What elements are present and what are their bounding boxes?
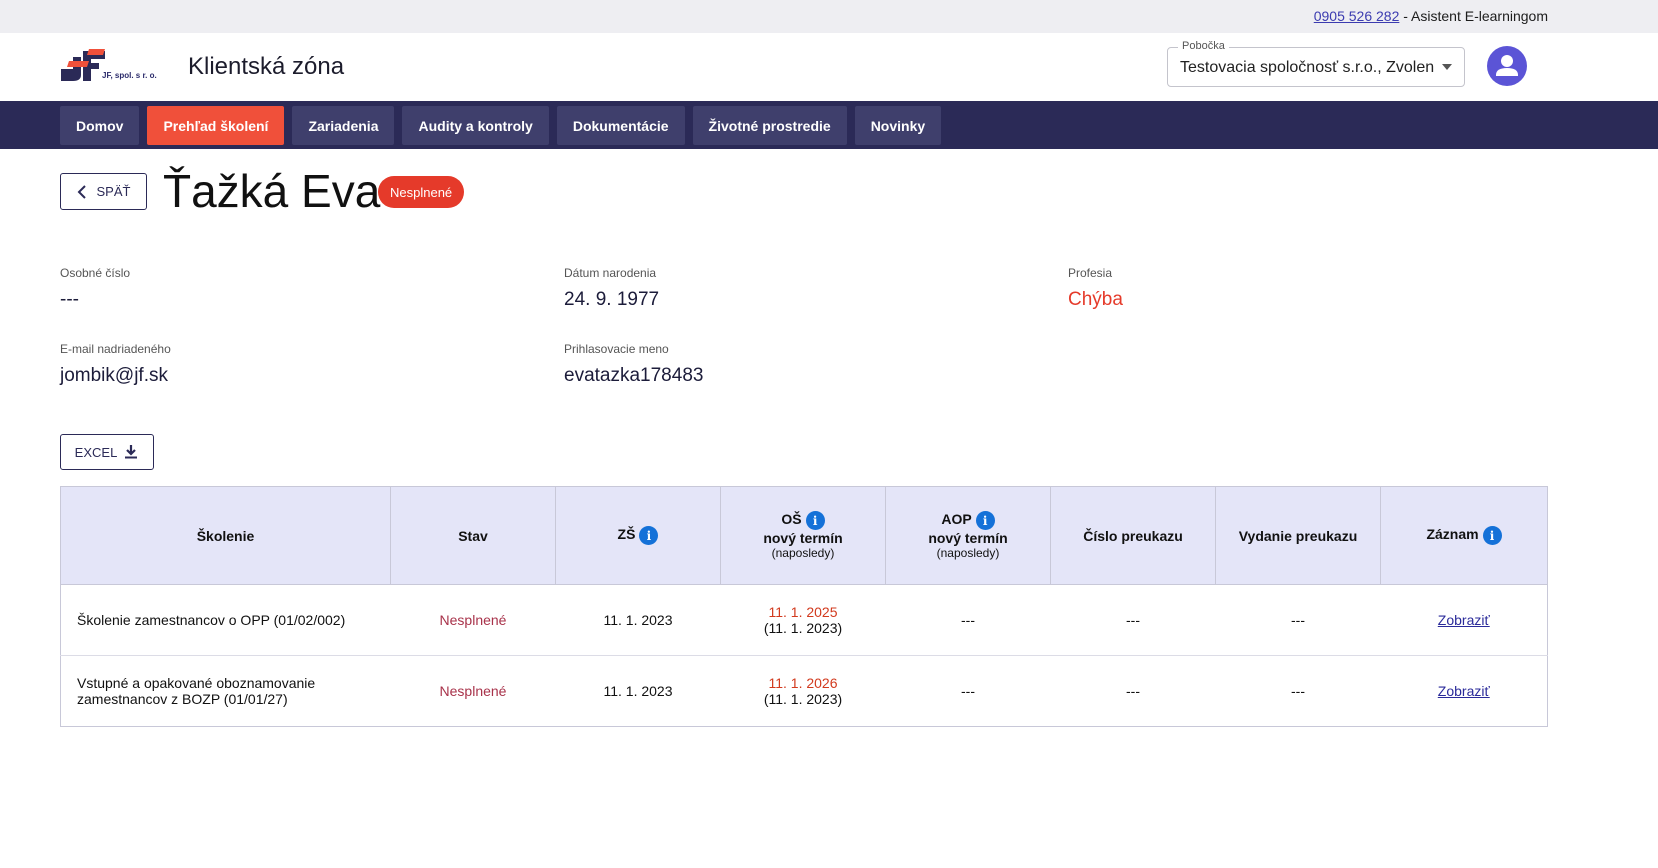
user-avatar[interactable] bbox=[1487, 46, 1527, 86]
info-icon[interactable]: i bbox=[975, 511, 995, 530]
nav-item-documentation[interactable]: Dokumentácie bbox=[556, 106, 685, 145]
login-label: Prihlasovacie meno bbox=[564, 342, 669, 356]
training-zs: 11. 1. 2023 bbox=[603, 683, 673, 699]
nav-item-training-overview[interactable]: Prehľad školení bbox=[147, 106, 285, 145]
header-aop: AOP i nový termín (naposledy) bbox=[885, 486, 1051, 585]
header-card-issue-label: Vydanie preukazu bbox=[1238, 527, 1358, 544]
header-os-label: OŠ bbox=[781, 511, 802, 528]
header-card-number-label: Číslo preukazu bbox=[1083, 527, 1183, 544]
header-aop-sub1: nový termín bbox=[928, 530, 1008, 546]
training-card-number: --- bbox=[1126, 683, 1140, 699]
header-training: Školenie bbox=[60, 486, 391, 585]
login-value: evatazka178483 bbox=[564, 365, 704, 386]
training-status: Nesplnené bbox=[390, 584, 556, 656]
table-row: Školenie zamestnancov o OPP (01/02/002) … bbox=[60, 584, 1548, 656]
download-icon bbox=[125, 445, 138, 459]
profession-value: Chýba bbox=[1068, 289, 1123, 310]
top-contact-bar: 0905 526 282 - Asistent E-learningom bbox=[0, 0, 1658, 33]
branch-value: Testovacia spoločnosť s.r.o., Zvolen bbox=[1180, 59, 1435, 76]
training-status: Nesplnené bbox=[439, 683, 507, 699]
phone-link[interactable]: 0905 526 282 bbox=[1314, 8, 1400, 24]
branch-select[interactable]: Pobočka Testovacia spoločnosť s.r.o., Zv… bbox=[1167, 40, 1465, 87]
training-aop: --- bbox=[885, 584, 1051, 656]
training-os: 11. 1. 2026 (11. 1. 2023) bbox=[721, 656, 886, 727]
header-card-issue: Vydanie preukazu bbox=[1215, 486, 1381, 585]
header-training-label: Školenie bbox=[196, 527, 255, 544]
header-status: Stav bbox=[390, 486, 556, 585]
main-navigation: Domov Prehľad školení Zariadenia Audity … bbox=[0, 101, 1658, 149]
info-icon[interactable]: i bbox=[1482, 526, 1502, 545]
logo-text: JF, spol. s r. o. bbox=[102, 71, 157, 80]
back-button[interactable]: SPÄŤ bbox=[60, 173, 147, 210]
header-os-sub1: nový termín bbox=[763, 530, 843, 546]
training-name: Školenie zamestnancov o OPP (01/02/002) bbox=[60, 584, 391, 656]
training-table: Školenie Stav ZŠ i OŠ i nový termín (napos… bbox=[60, 486, 1548, 727]
contact-info: 0905 526 282 - Asistent E-learningom bbox=[1314, 8, 1548, 24]
training-card-issue: --- bbox=[1291, 683, 1305, 699]
table-row: Vstupné a opakované oboznamovanie zamest… bbox=[61, 656, 1548, 727]
supervisor-email-label: E-mail nadriadeného bbox=[60, 342, 171, 356]
back-chevron-icon bbox=[77, 184, 86, 199]
header-zs: ZŠ i bbox=[555, 486, 721, 585]
page-title: Ťažká Eva bbox=[163, 165, 381, 217]
user-icon bbox=[1496, 55, 1518, 76]
header-os-sub2: (naposledy) bbox=[771, 546, 835, 560]
excel-button-label: EXCEL bbox=[74, 444, 118, 460]
training-record: Zobraziť bbox=[1381, 656, 1548, 727]
header: JF, spol. s r. o. Klientská zóna Pobočka… bbox=[0, 33, 1658, 101]
training-record: Zobraziť bbox=[1380, 584, 1548, 656]
info-icon[interactable]: i bbox=[805, 511, 825, 530]
os-last-date: (11. 1. 2023) bbox=[763, 691, 843, 707]
header-status-label: Stav bbox=[458, 527, 488, 544]
header-os: OŠ i nový termín (naposledy) bbox=[720, 486, 886, 585]
training-zs: 11. 1. 2023 bbox=[555, 584, 721, 656]
status-badge: Nesplnené bbox=[378, 176, 465, 208]
supervisor-email-value: jombik@jf.sk bbox=[60, 365, 168, 386]
training-os: 11. 1. 2025 (11. 1. 2023) bbox=[720, 584, 886, 656]
training-card-issue: --- bbox=[1215, 584, 1381, 656]
header-zs-label: ZŠ bbox=[617, 526, 636, 543]
info-icon[interactable]: i bbox=[639, 526, 659, 545]
header-record: Záznam i bbox=[1380, 486, 1548, 585]
table-header-row: Školenie Stav ZŠ i OŠ i nový termín (napos… bbox=[60, 486, 1548, 585]
main-content: SPÄŤ Ťažká Eva Nesplnené Osobné číslo --… bbox=[0, 149, 1658, 868]
training-name: Vstupné a opakované oboznamovanie zamest… bbox=[77, 675, 316, 707]
excel-export-button[interactable]: EXCEL bbox=[60, 434, 154, 470]
back-button-label: SPÄŤ bbox=[96, 184, 131, 199]
personal-number-label: Osobné číslo bbox=[60, 266, 131, 280]
contact-text: - Asistent E-learningom bbox=[1399, 8, 1548, 24]
personal-number-value: --- bbox=[60, 289, 79, 310]
os-last-date: (11. 1. 2023) bbox=[763, 620, 843, 636]
nav-item-home[interactable]: Domov bbox=[60, 106, 140, 145]
birth-date-value: 24. 9. 1977 bbox=[564, 289, 660, 310]
dropdown-caret-icon bbox=[1442, 64, 1452, 70]
nav-item-audits[interactable]: Audity a kontroly bbox=[402, 106, 549, 145]
branch-label: Pobočka bbox=[1178, 40, 1229, 52]
header-record-label: Záznam bbox=[1426, 526, 1479, 543]
header-aop-sub2: (naposledy) bbox=[936, 546, 1000, 560]
training-card-number: --- bbox=[1050, 584, 1216, 656]
view-record-link[interactable]: Zobraziť bbox=[1438, 683, 1490, 699]
header-aop-label: AOP bbox=[941, 511, 972, 528]
nav-item-devices[interactable]: Zariadenia bbox=[292, 106, 395, 145]
os-new-date: 11. 1. 2026 bbox=[768, 675, 838, 691]
training-aop: --- bbox=[961, 683, 975, 699]
birth-date-label: Dátum narodenia bbox=[564, 266, 657, 280]
nav-item-environment[interactable]: Životné prostredie bbox=[692, 106, 847, 145]
app-title: Klientská zóna bbox=[188, 53, 345, 80]
header-card-number: Číslo preukazu bbox=[1050, 486, 1216, 585]
profession-label: Profesia bbox=[1068, 266, 1113, 280]
nav-item-news[interactable]: Novinky bbox=[854, 106, 942, 145]
os-new-date: 11. 1. 2025 bbox=[768, 604, 838, 620]
view-record-link[interactable]: Zobraziť bbox=[1438, 612, 1490, 628]
